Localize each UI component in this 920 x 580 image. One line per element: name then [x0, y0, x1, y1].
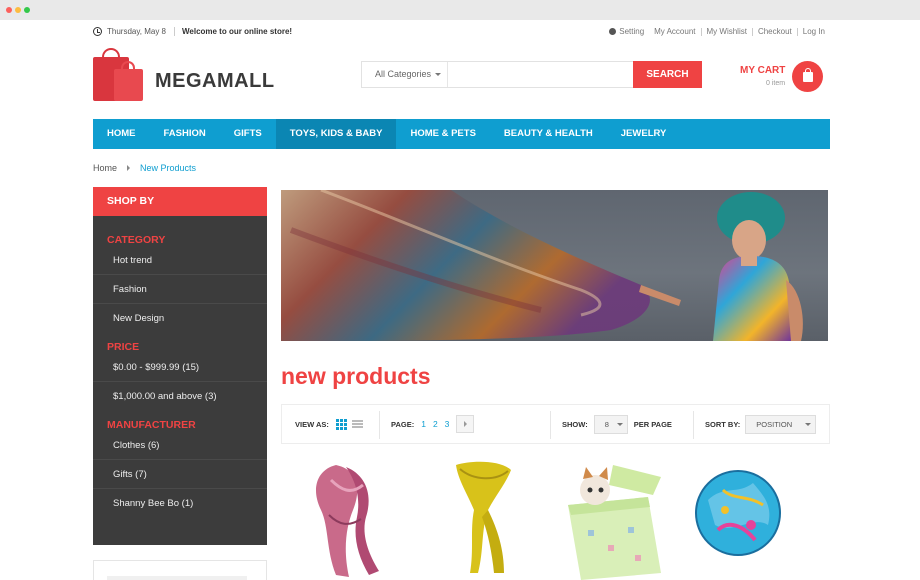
- list-view-icon[interactable]: [351, 419, 363, 429]
- per-page-label: PER PAGE: [633, 419, 672, 429]
- price-heading: PRICE: [107, 341, 140, 353]
- nav-item-fashion[interactable]: FASHION: [150, 119, 220, 149]
- view-as-label: VIEW AS:: [295, 419, 329, 429]
- block-title-placeholder: [107, 576, 247, 580]
- my-account-link[interactable]: My Account: [649, 27, 700, 36]
- page-1-link[interactable]: 1: [421, 419, 426, 429]
- per-page-select[interactable]: 8: [593, 414, 628, 434]
- sidebar-item-fashion[interactable]: Fashion: [93, 275, 267, 304]
- shopping-bag-icon: [803, 68, 813, 82]
- category-select-value: All Categories: [375, 69, 432, 79]
- setting-label: Setting: [619, 27, 645, 36]
- show-group: SHOW: 8 PER PAGE: [562, 405, 672, 443]
- per-page-value: 8: [604, 419, 609, 429]
- breadcrumb-current: New Products: [140, 163, 197, 173]
- sidebar-item-clothes[interactable]: Clothes (6): [93, 431, 267, 460]
- maximize-window-icon[interactable]: [24, 7, 30, 13]
- top-bar: Thursday, May 8 Welcome to our online st…: [93, 27, 830, 41]
- page-label: PAGE:: [391, 419, 415, 429]
- divider: [693, 411, 694, 439]
- sort-select[interactable]: POSITION: [745, 414, 817, 434]
- manufacturer-heading: MANUFACTURER: [107, 419, 196, 431]
- search-input[interactable]: [449, 62, 634, 87]
- cart-label: MY CART: [740, 65, 786, 76]
- chevron-down-icon: [805, 422, 812, 426]
- browser-titlebar: [0, 0, 920, 20]
- chevron-down-icon: [616, 422, 623, 426]
- next-page-button[interactable]: [456, 415, 475, 433]
- pagination-group: PAGE: 1 2 3: [391, 405, 475, 443]
- nav-item-gifts[interactable]: GIFTS: [220, 119, 276, 149]
- product-image-yellow-scarf: [456, 461, 511, 573]
- divider: [550, 411, 551, 439]
- sort-by-label: SORT BY:: [705, 419, 741, 429]
- product-grid: [281, 455, 830, 580]
- category-select[interactable]: All Categories: [362, 62, 448, 87]
- minimize-window-icon[interactable]: [15, 7, 21, 13]
- globe-icon: [609, 28, 617, 35]
- close-window-icon[interactable]: [6, 7, 12, 13]
- mini-cart[interactable]: MY CART 0 item: [740, 61, 830, 93]
- shop-by-sidebar: SHOP BY CATEGORY Hot trend Fashion New D…: [93, 187, 267, 545]
- sidebar-item-price-low[interactable]: $0.00 - $999.99 (15): [93, 353, 267, 382]
- sidebar-item-price-high[interactable]: $1,000.00 and above (3): [93, 382, 267, 411]
- page-2-link[interactable]: 2: [433, 419, 438, 429]
- cart-item-count: 0 item: [766, 80, 786, 87]
- page-title: new products: [281, 363, 431, 389]
- store-logo[interactable]: MEGAMALL: [93, 47, 293, 103]
- cart-button[interactable]: [792, 61, 823, 92]
- product-item[interactable]: [553, 455, 673, 580]
- breadcrumb: Home New Products: [93, 163, 196, 173]
- banner-image: [281, 190, 803, 341]
- product-item[interactable]: [693, 455, 813, 580]
- log-in-link[interactable]: Log In: [798, 27, 830, 36]
- nav-item-jewelry[interactable]: JEWELRY: [607, 119, 681, 149]
- product-image-pink-scarf: [316, 465, 379, 577]
- divider: [173, 27, 175, 36]
- sort-group: SORT BY: POSITION: [705, 405, 817, 443]
- sidebar-item-hot-trend[interactable]: Hot trend: [93, 246, 267, 275]
- product-toolbar: VIEW AS: PAGE: 1 2 3 SHOW: 8 PER PAGE SO…: [281, 404, 830, 444]
- sidebar-item-new-design[interactable]: New Design: [93, 304, 267, 333]
- search-button[interactable]: SEARCH: [633, 61, 702, 88]
- clock-icon: [93, 27, 102, 36]
- product-image-kitten-gift-box: [568, 465, 661, 580]
- page-3-link[interactable]: 3: [445, 419, 450, 429]
- product-item[interactable]: [291, 455, 411, 580]
- chevron-down-icon: [435, 73, 441, 76]
- chevron-right-icon: [127, 165, 131, 171]
- sidebar-item-shanny-bee-bo[interactable]: Shanny Bee Bo (1): [93, 489, 267, 518]
- welcome-message: Welcome to our online store!: [181, 27, 293, 36]
- shopping-bag-icon: [114, 69, 143, 101]
- promo-banner[interactable]: [281, 190, 828, 341]
- product-item[interactable]: [426, 455, 546, 580]
- my-wishlist-link[interactable]: My Wishlist: [702, 27, 752, 36]
- main-navigation: HOME FASHION GIFTS TOYS, KIDS & BABY HOM…: [93, 119, 830, 149]
- current-date: Thursday, May 8: [107, 27, 166, 36]
- divider: [379, 411, 380, 439]
- sidebar-next-block: [93, 560, 267, 580]
- sidebar-item-gifts[interactable]: Gifts (7): [93, 460, 267, 489]
- nav-item-beauty-health[interactable]: BEAUTY & HEALTH: [490, 119, 607, 149]
- category-heading: CATEGORY: [107, 234, 166, 246]
- nav-item-toys-kids-baby[interactable]: TOYS, KIDS & BABY: [275, 119, 397, 149]
- checkout-link[interactable]: Checkout: [753, 27, 797, 36]
- sidebar-title: SHOP BY: [93, 187, 267, 216]
- show-label: SHOW:: [562, 419, 588, 429]
- view-mode-group: VIEW AS:: [295, 405, 363, 443]
- sort-select-value: POSITION: [756, 419, 793, 429]
- product-image-painted-plate: [695, 470, 781, 556]
- grid-view-icon[interactable]: [335, 418, 347, 430]
- logo-text: MEGAMALL: [155, 70, 275, 92]
- nav-item-home-pets[interactable]: HOME & PETS: [396, 119, 489, 149]
- nav-item-home[interactable]: HOME: [93, 119, 150, 149]
- search-bar: All Categories SEARCH: [361, 61, 702, 88]
- breadcrumb-home[interactable]: Home: [93, 163, 117, 173]
- setting-link[interactable]: Setting: [604, 27, 649, 36]
